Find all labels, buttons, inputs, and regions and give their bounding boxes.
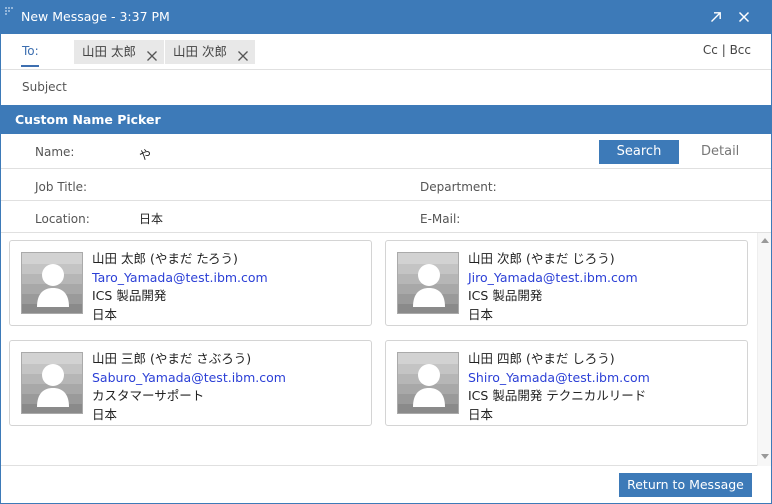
person-card[interactable]: 山田 四郎 (やまだ しろう) Shiro_Yamada@test.ibm.co… <box>385 340 748 426</box>
recipient-name: 山田 太郎 <box>82 44 136 59</box>
footer: Return to Message <box>1 466 771 503</box>
detail-button[interactable]: Detail <box>701 140 739 164</box>
person-info: 山田 三郎 (やまだ さぶろう) Saburo_Yamada@test.ibm.… <box>92 350 286 424</box>
job-title-input[interactable] <box>139 180 379 198</box>
person-info: 山田 太郎 (やまだ たろう) Taro_Yamada@test.ibm.com… <box>92 250 268 324</box>
person-placeholder-icon <box>21 252 83 314</box>
person-location: 日本 <box>468 306 494 322</box>
recipient-chip[interactable]: 山田 太郎 <box>74 40 164 64</box>
person-name: 山田 四郎 (やまだ しろう) <box>468 351 615 366</box>
remove-recipient-icon[interactable] <box>146 46 158 61</box>
subject-placeholder: Subject <box>22 80 67 94</box>
person-info: 山田 次郎 (やまだ じろう) Jiro_Yamada@test.ibm.com… <box>468 250 638 324</box>
email-input[interactable] <box>501 212 741 230</box>
person-location: 日本 <box>92 406 118 422</box>
person-placeholder-icon <box>21 352 83 414</box>
person-email[interactable]: Shiro_Yamada@test.ibm.com <box>468 369 650 388</box>
person-department: カスタマーサポート <box>92 388 205 403</box>
department-input[interactable] <box>501 180 741 198</box>
job-title-label: Job Title: <box>35 180 88 194</box>
person-email[interactable]: Jiro_Yamada@test.ibm.com <box>468 269 638 288</box>
name-input[interactable]: や <box>139 146 151 163</box>
recipient-name: 山田 次郎 <box>173 44 227 59</box>
person-name: 山田 三郎 (やまだ さぶろう) <box>92 351 252 366</box>
person-email[interactable]: Taro_Yamada@test.ibm.com <box>92 269 268 288</box>
search-button[interactable]: Search <box>599 140 679 164</box>
name-label: Name: <box>35 145 75 159</box>
person-department: ICS 製品開発 <box>468 288 543 303</box>
job-title-row: Job Title: Department: <box>1 169 771 201</box>
return-to-message-button[interactable]: Return to Message <box>619 473 752 497</box>
person-card[interactable]: 山田 三郎 (やまだ さぶろう) Saburo_Yamada@test.ibm.… <box>9 340 372 426</box>
to-label[interactable]: To: <box>22 44 39 58</box>
person-department: ICS 製品開発 <box>92 288 167 303</box>
to-label-underline <box>21 65 39 67</box>
email-label: E-Mail: <box>420 212 461 226</box>
results-scrollbar[interactable] <box>757 233 771 466</box>
person-placeholder-icon <box>397 252 459 314</box>
drag-grip-icon[interactable] <box>4 5 14 15</box>
person-name: 山田 次郎 (やまだ じろう) <box>468 251 615 266</box>
person-placeholder-icon <box>397 352 459 414</box>
close-icon[interactable] <box>735 8 753 26</box>
title-bar: New Message - 3:37 PM <box>1 1 771 34</box>
person-location: 日本 <box>468 406 494 422</box>
window-title: New Message - 3:37 PM <box>21 9 170 24</box>
person-department: ICS 製品開発 テクニカルリード <box>468 388 647 403</box>
popout-icon[interactable] <box>707 8 725 26</box>
remove-recipient-icon[interactable] <box>237 46 249 61</box>
to-row: To: 山田 太郎 山田 次郎 Cc | Bcc <box>1 34 771 70</box>
person-info: 山田 四郎 (やまだ しろう) Shiro_Yamada@test.ibm.co… <box>468 350 650 424</box>
name-row: Name: や Search Detail <box>1 134 771 169</box>
subject-field[interactable]: Subject <box>1 70 771 105</box>
picker-header: Custom Name Picker <box>1 105 771 134</box>
location-input[interactable]: 日本 <box>139 210 163 227</box>
department-label: Department: <box>420 180 497 194</box>
scroll-up-icon[interactable] <box>761 238 769 243</box>
person-location: 日本 <box>92 306 118 322</box>
person-card[interactable]: 山田 太郎 (やまだ たろう) Taro_Yamada@test.ibm.com… <box>9 240 372 326</box>
location-label: Location: <box>35 212 90 226</box>
person-card[interactable]: 山田 次郎 (やまだ じろう) Jiro_Yamada@test.ibm.com… <box>385 240 748 326</box>
scroll-down-icon[interactable] <box>761 454 769 459</box>
cc-bcc-link[interactable]: Cc | Bcc <box>703 43 751 57</box>
person-email[interactable]: Saburo_Yamada@test.ibm.com <box>92 369 286 388</box>
person-name: 山田 太郎 (やまだ たろう) <box>92 251 238 266</box>
new-message-window: New Message - 3:37 PM To: 山田 太郎 山田 次郎 Cc… <box>0 0 772 504</box>
recipient-chip[interactable]: 山田 次郎 <box>165 40 255 64</box>
location-row: Location: 日本 E-Mail: <box>1 201 771 233</box>
results-list: 山田 太郎 (やまだ たろう) Taro_Yamada@test.ibm.com… <box>1 233 757 466</box>
